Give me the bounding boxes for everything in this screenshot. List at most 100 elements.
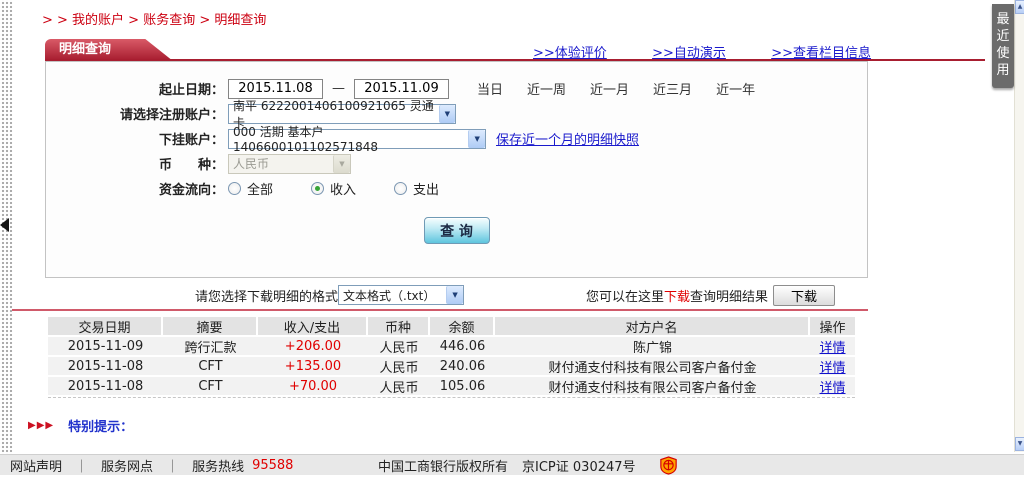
header-action: 操作 — [810, 317, 855, 336]
auto-demo-link[interactable]: >>自动演示 — [652, 42, 726, 61]
date-range-label: 起止日期： — [46, 79, 228, 98]
footer-separator: ｜ — [75, 456, 88, 475]
download-format-group: 请您选择下载明细的格式 文本格式（.txt） ▼ — [195, 285, 464, 305]
footer-copyright-group: 中国工商银行版权所有 京ICP证 030247号 — [378, 456, 677, 475]
cell-balance: 105.06 — [430, 379, 495, 394]
detail-link[interactable]: 详情 — [819, 381, 845, 396]
table-row: 2015-11-08 CFT +70.00 人民币 105.06 财付通支付科技… — [48, 377, 855, 395]
header-date: 交易日期 — [48, 317, 163, 336]
funds-flow-row: 资金流向： 全部 收入 支出 — [46, 176, 867, 201]
chevron-down-icon: ▼ — [468, 130, 485, 148]
download-row: 请您选择下载明细的格式 文本格式（.txt） ▼ 您可以在这里 下载 查询明细结… — [45, 284, 835, 306]
range-year-link[interactable]: 近一年 — [716, 79, 755, 98]
quick-range-links: 当日 近一周 近一月 近三月 近一年 — [477, 79, 755, 98]
footer-left-links: 网站声明 ｜ 服务网点 ｜ 服务热线 95588 — [10, 456, 293, 475]
chevron-down-icon: ▼ — [439, 105, 455, 123]
currency-label: 币 种： — [46, 154, 228, 173]
funds-flow-label: 资金流向： — [46, 179, 228, 198]
register-account-label: 请选择注册账户： — [46, 104, 228, 123]
download-format-prompt: 请您选择下载明细的格式 — [195, 286, 338, 305]
scroll-up-icon[interactable]: ▲ — [1015, 0, 1024, 14]
footer-separator: ｜ — [166, 456, 179, 475]
date-dash: — — [332, 81, 345, 96]
currency-value: 人民币 — [233, 155, 269, 172]
cell-balance: 240.06 — [430, 359, 495, 374]
special-notice-label: 特别提示： — [68, 416, 133, 435]
date-to-input[interactable] — [354, 79, 449, 99]
download-format-value: 文本格式（.txt） — [343, 287, 435, 304]
download-hint-prefix: 您可以在这里 — [586, 286, 664, 305]
sub-account-select[interactable]: 000 活期 基本户 1406600101102571848 ▼ — [228, 129, 486, 149]
cell-counterparty: 财付通支付科技有限公司客户备付金 — [495, 377, 810, 396]
table-row: 2015-11-08 CFT +135.00 人民币 240.06 财付通支付科… — [48, 357, 855, 375]
flow-expense-label: 支出 — [413, 179, 439, 198]
query-form: 起止日期： — 当日 近一周 近一月 近三月 近一年 请选择注册账户： 南平 6… — [45, 61, 868, 278]
sub-account-label: 下挂账户： — [46, 129, 228, 148]
date-from-input[interactable] — [228, 79, 323, 99]
range-today-link[interactable]: 当日 — [477, 79, 503, 98]
site-statement-link[interactable]: 网站声明 — [10, 456, 62, 475]
save-snapshot-link[interactable]: 保存近一个月的明细快照 — [496, 129, 639, 148]
detail-link[interactable]: 详情 — [819, 341, 845, 356]
cell-counterparty: 财付通支付科技有限公司客户备付金 — [495, 357, 810, 376]
transactions-table: 交易日期 摘要 收入/支出 币种 余额 对方户名 操作 2015-11-09 跨… — [48, 317, 855, 395]
currency-select: 人民币 ▼ — [228, 154, 351, 174]
range-week-link[interactable]: 近一周 — [527, 79, 566, 98]
funds-flow-options: 全部 收入 支出 — [228, 179, 439, 198]
footer-bar: 网站声明 ｜ 服务网点 ｜ 服务热线 95588 中国工商银行版权所有 京ICP… — [0, 454, 1024, 475]
header-balance: 余额 — [430, 317, 495, 336]
collapse-panel-arrow-icon[interactable] — [0, 218, 9, 232]
flow-income-label: 收入 — [330, 179, 356, 198]
flow-income-radio[interactable]: 收入 — [311, 179, 356, 198]
scroll-down-icon[interactable]: ▼ — [1015, 437, 1024, 451]
range-month-link[interactable]: 近一月 — [590, 79, 629, 98]
cell-currency: 人民币 — [368, 377, 430, 396]
icp-license-text: 京ICP证 030247号 — [522, 456, 636, 475]
experience-review-link[interactable]: >>体验评价 — [533, 42, 607, 61]
table-bottom-divider — [48, 397, 855, 398]
copyright-text: 中国工商银行版权所有 — [378, 456, 508, 475]
flow-all-radio[interactable]: 全部 — [228, 179, 273, 198]
header-counterparty: 对方户名 — [495, 317, 810, 336]
download-hint-suffix: 查询明细结果 — [690, 286, 768, 305]
sub-account-row: 下挂账户： 000 活期 基本户 1406600101102571848 ▼ 保… — [46, 126, 867, 151]
cell-summary: 跨行汇款 — [163, 337, 258, 356]
download-hint-word: 下载 — [664, 286, 690, 305]
currency-row: 币 种： 人民币 ▼ — [46, 151, 867, 176]
chevron-down-icon: ▼ — [446, 286, 463, 304]
radio-icon — [228, 182, 241, 195]
vertical-scrollbar[interactable]: ▲ ▼ — [1014, 0, 1024, 452]
special-notice: ▶▶▶ 特别提示： — [28, 416, 133, 435]
cell-amount: +70.00 — [258, 379, 368, 394]
download-format-select[interactable]: 文本格式（.txt） ▼ — [338, 285, 464, 305]
cell-date: 2015-11-09 — [48, 339, 163, 354]
cell-summary: CFT — [163, 359, 258, 374]
breadcrumb[interactable]: > > 我的账户 > 账务查询 > 明细查询 — [42, 9, 266, 28]
security-shield-icon[interactable] — [660, 456, 677, 475]
cell-balance: 446.06 — [430, 339, 495, 354]
section-divider — [12, 309, 868, 311]
cell-date: 2015-11-08 — [48, 379, 163, 394]
radio-checked-icon — [311, 182, 324, 195]
download-hint-group: 您可以在这里 下载 查询明细结果 下载 — [586, 285, 835, 306]
recently-used-tab[interactable]: 最近使用 — [992, 4, 1014, 88]
query-button[interactable]: 查 询 — [424, 217, 490, 244]
hotline-label: 服务热线 — [192, 456, 244, 475]
cell-currency: 人民币 — [368, 337, 430, 356]
service-network-link[interactable]: 服务网点 — [101, 456, 153, 475]
cell-summary: CFT — [163, 379, 258, 394]
detail-link[interactable]: 详情 — [819, 361, 845, 376]
range-quarter-link[interactable]: 近三月 — [653, 79, 692, 98]
cell-date: 2015-11-08 — [48, 359, 163, 374]
cell-currency: 人民币 — [368, 357, 430, 376]
header-currency: 币种 — [368, 317, 430, 336]
register-account-select[interactable]: 南平 6222001406100921065 灵通卡 ▼ — [228, 104, 456, 124]
chevron-down-icon: ▼ — [333, 155, 350, 173]
flow-expense-radio[interactable]: 支出 — [394, 179, 439, 198]
table-header-row: 交易日期 摘要 收入/支出 币种 余额 对方户名 操作 — [48, 317, 855, 335]
column-info-link[interactable]: >>查看栏目信息 — [771, 42, 871, 61]
download-button[interactable]: 下载 — [773, 285, 835, 306]
header-amount: 收入/支出 — [258, 317, 368, 336]
header-summary: 摘要 — [163, 317, 258, 336]
sub-account-value: 000 活期 基本户 1406600101102571848 — [233, 123, 468, 154]
